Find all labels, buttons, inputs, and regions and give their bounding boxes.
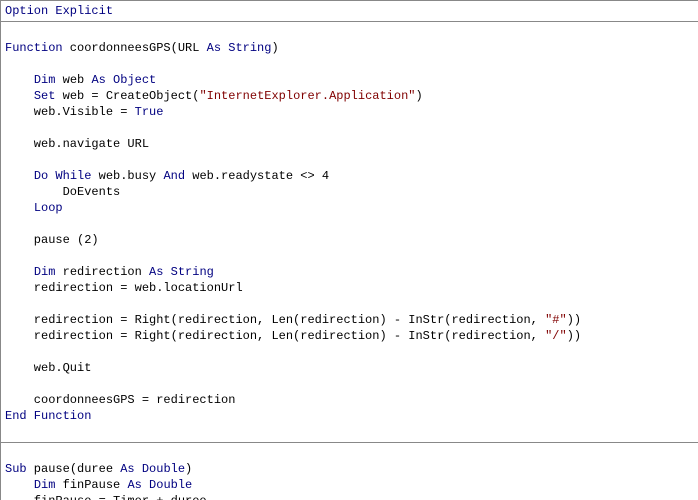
code-text: )) bbox=[567, 329, 581, 343]
code-text: web.readystate <> 4 bbox=[185, 169, 329, 183]
code-line: web.Visible = True bbox=[5, 104, 698, 120]
code-text: redirection = Right(redirection, Len(red… bbox=[5, 313, 545, 327]
code-line: Sub pause(duree As Double) bbox=[5, 461, 698, 477]
code-line: Function coordonneesGPS(URL As String) bbox=[5, 40, 698, 56]
blank-line bbox=[5, 216, 698, 232]
blank-line bbox=[5, 152, 698, 168]
keyword: Function bbox=[5, 41, 63, 55]
code-line: DoEvents bbox=[5, 184, 698, 200]
keyword: Do While bbox=[34, 169, 92, 183]
code-line: redirection = Right(redirection, Len(red… bbox=[5, 328, 698, 344]
code-text: redirection = Right(redirection, Len(red… bbox=[5, 329, 545, 343]
blank-line bbox=[5, 344, 698, 360]
code-text: redirection = web.locationUrl bbox=[5, 281, 243, 295]
function-coordonneesGPS-pane: Function coordonneesGPS(URL As String) D… bbox=[0, 21, 698, 443]
blank-line bbox=[5, 296, 698, 312]
blank-line bbox=[5, 376, 698, 392]
code-line: Do While web.busy And web.readystate <> … bbox=[5, 168, 698, 184]
code-line: redirection = web.locationUrl bbox=[5, 280, 698, 296]
code-line: Dim web As Object bbox=[5, 72, 698, 88]
code-line: Dim redirection As String bbox=[5, 264, 698, 280]
code-line: coordonneesGPS = redirection bbox=[5, 392, 698, 408]
code-line: Set web = CreateObject("InternetExplorer… bbox=[5, 88, 698, 104]
keyword: Dim bbox=[34, 73, 56, 87]
code-line: Dim finPause As Double bbox=[5, 477, 698, 493]
code-line: web.navigate URL bbox=[5, 136, 698, 152]
code-text: ) bbox=[185, 462, 192, 476]
indent bbox=[5, 73, 34, 87]
code-text: pause(duree bbox=[27, 462, 121, 476]
code-text: ) bbox=[271, 41, 278, 55]
keyword: As String bbox=[149, 265, 214, 279]
string-literal: "InternetExplorer.Application" bbox=[199, 89, 415, 103]
code-line: Loop bbox=[5, 200, 698, 216]
code-text: web.busy bbox=[91, 169, 163, 183]
code-text: coordonneesGPS(URL bbox=[63, 41, 207, 55]
keyword: End Function bbox=[5, 409, 91, 423]
code-text: web.navigate URL bbox=[5, 137, 149, 151]
code-text: finPause = Timer + duree bbox=[5, 494, 207, 500]
indent bbox=[5, 478, 34, 492]
string-literal: "#" bbox=[545, 313, 567, 327]
indent bbox=[5, 201, 34, 215]
keyword: Loop bbox=[34, 201, 63, 215]
code-line: redirection = Right(redirection, Len(red… bbox=[5, 312, 698, 328]
code-text: )) bbox=[567, 313, 581, 327]
indent bbox=[5, 169, 34, 183]
code-line: finPause = Timer + duree bbox=[5, 493, 698, 500]
sub-pause-pane: Sub pause(duree As Double) Dim finPause … bbox=[0, 442, 698, 500]
code-text: coordonneesGPS = redirection bbox=[5, 393, 235, 407]
blank-line bbox=[5, 120, 698, 136]
code-text: DoEvents bbox=[5, 185, 120, 199]
keyword: Set bbox=[34, 89, 56, 103]
code-line: pause (2) bbox=[5, 232, 698, 248]
code-line: Option Explicit bbox=[5, 3, 698, 19]
blank-line bbox=[5, 424, 698, 440]
keyword: As Double bbox=[127, 478, 192, 492]
keyword: Option Explicit bbox=[5, 4, 113, 18]
code-text: web = CreateObject( bbox=[55, 89, 199, 103]
keyword: As Double bbox=[120, 462, 185, 476]
code-text: web.Quit bbox=[5, 361, 91, 375]
blank-line bbox=[5, 24, 698, 40]
keyword: Dim bbox=[34, 265, 56, 279]
blank-line bbox=[5, 248, 698, 264]
code-text: pause (2) bbox=[5, 233, 99, 247]
code-text: web bbox=[55, 73, 91, 87]
indent bbox=[5, 89, 34, 103]
code-text: ) bbox=[416, 89, 423, 103]
keyword: As String bbox=[207, 41, 272, 55]
string-literal: "/" bbox=[545, 329, 567, 343]
code-text: redirection bbox=[55, 265, 149, 279]
keyword: True bbox=[135, 105, 164, 119]
keyword: And bbox=[163, 169, 185, 183]
keyword: Dim bbox=[34, 478, 56, 492]
keyword: As Object bbox=[91, 73, 156, 87]
indent bbox=[5, 265, 34, 279]
code-line: End Function bbox=[5, 408, 698, 424]
code-editor[interactable]: Option Explicit Function coordonneesGPS(… bbox=[0, 0, 698, 500]
blank-line bbox=[5, 445, 698, 461]
blank-line bbox=[5, 56, 698, 72]
keyword: Sub bbox=[5, 462, 27, 476]
code-text: finPause bbox=[55, 478, 127, 492]
declarations-pane: Option Explicit bbox=[0, 0, 698, 22]
code-text: web.Visible = bbox=[5, 105, 135, 119]
code-line: web.Quit bbox=[5, 360, 698, 376]
